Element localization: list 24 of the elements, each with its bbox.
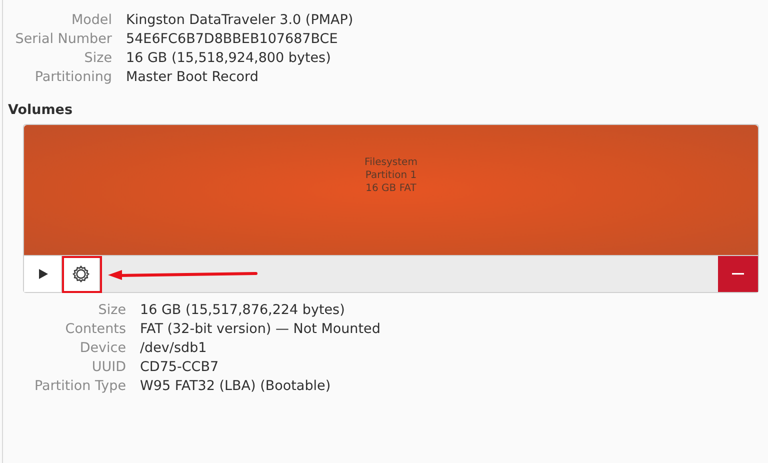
field-value: 16 GB (15,518,924,800 bytes)	[126, 49, 332, 68]
gear-icon	[72, 265, 90, 283]
field-value: CD75-CCB7	[140, 358, 220, 377]
mount-button[interactable]	[24, 256, 62, 292]
field-value: /dev/sdb1	[140, 339, 208, 358]
partition-block[interactable]: Filesystem Partition 1 16 GB FAT	[24, 125, 758, 255]
field-label: Size	[83, 49, 112, 68]
field-value: FAT (32-bit version) — Not Mounted	[140, 320, 382, 339]
field-label: Device	[78, 339, 126, 358]
minus-icon	[732, 273, 744, 275]
field-label: Model	[70, 11, 112, 30]
field-label: Serial Number	[14, 30, 112, 49]
field-label: Size	[97, 301, 126, 320]
field-label: UUID	[90, 358, 126, 377]
field-value: 54E6FC6B7D8BBEB107687BCE	[126, 30, 339, 49]
field-value: 16 GB (15,517,876,224 bytes)	[140, 301, 346, 320]
field-value: Master Boot Record	[126, 68, 260, 87]
play-icon	[36, 268, 48, 280]
section-heading: Volumes	[8, 102, 74, 120]
field-label: Partition Type	[33, 377, 126, 396]
field-value: Kingston DataTraveler 3.0 (PMAP)	[126, 11, 354, 30]
field-value: W95 FAT32 (LBA) (Bootable)	[140, 377, 332, 396]
field-label: Contents	[64, 320, 126, 339]
field-label: Partitioning	[34, 68, 112, 87]
